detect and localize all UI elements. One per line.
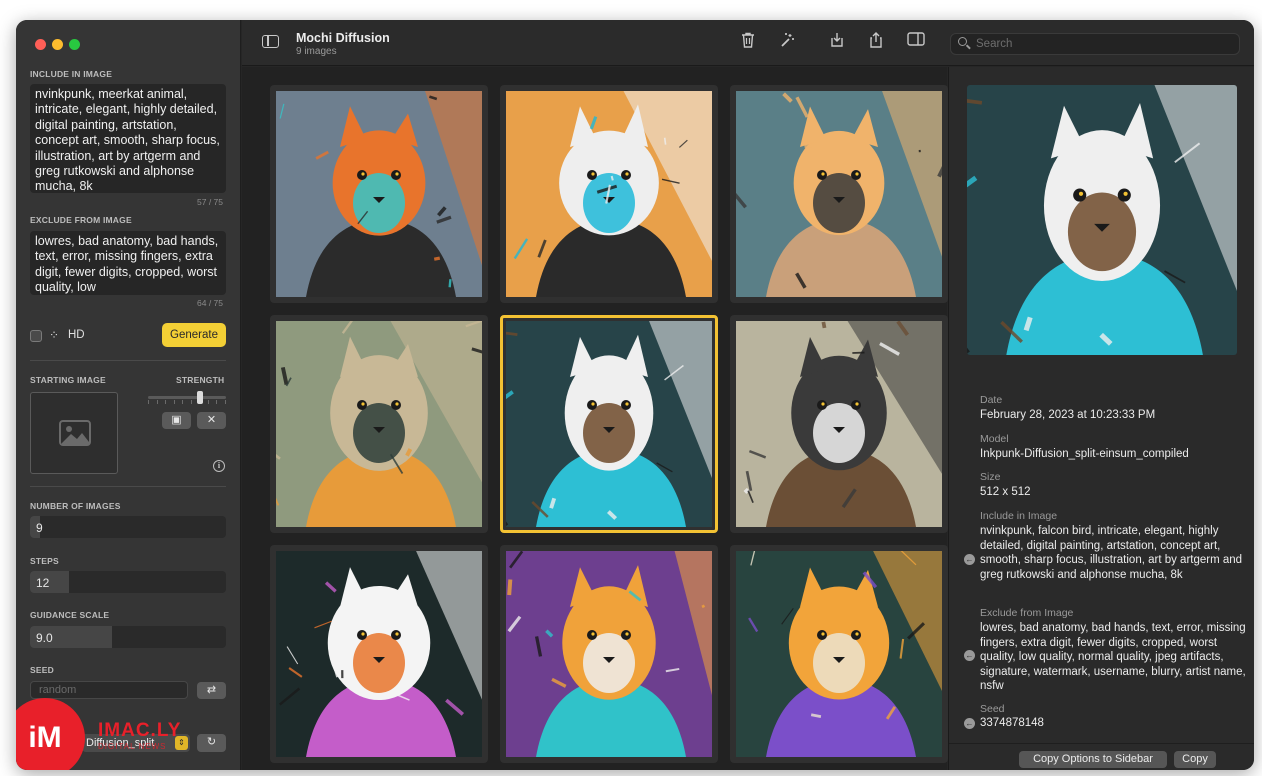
grid-image-panda[interactable]	[270, 545, 488, 763]
copy-exclude-icon[interactable]: ←	[964, 650, 975, 661]
number-of-images-value: 9	[36, 521, 43, 535]
exclude-from-image-value: lowres, bad anatomy, bad hands, text, er…	[980, 622, 1246, 692]
model-value: Inkpunk-Diffusion_split-einsum_compiled	[980, 448, 1189, 460]
guidance-scale-slider[interactable]: 9.0	[30, 626, 226, 648]
exclude-prompt-input[interactable]: lowres, bad anatomy, bad hands, text, er…	[30, 231, 226, 295]
date-label: Date	[980, 394, 1003, 406]
toolbar: Mochi Diffusion 9 images Search	[242, 20, 1254, 66]
search-placeholder: Search	[976, 38, 1013, 50]
strength-slider-knob[interactable]	[197, 391, 203, 404]
seed-input[interactable]: random	[30, 681, 188, 699]
copy-button[interactable]: Copy	[1174, 751, 1216, 768]
model-label: Model	[980, 433, 1009, 445]
import-icon[interactable]	[827, 32, 847, 52]
search-field[interactable]: Search	[950, 33, 1240, 55]
guidance-scale-value: 9.0	[36, 631, 53, 645]
inspector-panel: Date February 28, 2023 at 10:23:33 PM Mo…	[948, 67, 1254, 770]
include-counter: 57 / 75	[197, 197, 223, 207]
window-title: Mochi Diffusion	[296, 31, 390, 45]
include-in-image-value: nvinkpunk, falcon bird, intricate, elega…	[980, 525, 1243, 581]
divider	[30, 360, 226, 361]
grid-image-cat[interactable]	[270, 315, 488, 533]
strength-slider[interactable]	[148, 396, 226, 399]
date-value: February 28, 2023 at 10:23:33 PM	[980, 409, 1156, 421]
clear-image-button[interactable]: ✕	[197, 412, 226, 429]
inspector-toggle-icon[interactable]	[906, 32, 926, 52]
steps-label: STEPS	[30, 556, 59, 566]
magic-wand-icon[interactable]	[777, 32, 797, 52]
guidance-scale-label: GUIDANCE SCALE	[30, 610, 110, 620]
number-of-images-label: NUMBER OF IMAGES	[30, 501, 121, 511]
seed-label: Seed	[980, 703, 1005, 715]
grid-image-raccoon[interactable]	[730, 315, 948, 533]
share-icon[interactable]	[866, 32, 886, 52]
image-count: 9 images	[296, 46, 337, 57]
sparkle-icon: ⁘	[49, 328, 60, 342]
steps-slider[interactable]: 12	[30, 571, 226, 593]
grid-image-meerkat[interactable]	[730, 545, 948, 763]
app-window: INCLUDE IN IMAGE nvinkpunk, meerkat anim…	[16, 20, 1254, 770]
watermark-brand: IMAC.LY	[98, 720, 182, 741]
reload-models-button[interactable]: ↻	[197, 734, 226, 752]
include-prompt-input[interactable]: nvinkpunk, meerkat animal, intricate, el…	[30, 84, 226, 193]
grid-image-dog[interactable]	[500, 85, 718, 303]
starting-image-well[interactable]	[30, 392, 118, 474]
minimize-window-button[interactable]	[52, 39, 63, 50]
exclude-from-image-label: Exclude from Image	[980, 607, 1074, 619]
zoom-window-button[interactable]	[69, 39, 80, 50]
inspector-footer: Copy Options to Sidebar Copy	[949, 743, 1254, 770]
hd-checkbox[interactable]	[30, 330, 42, 342]
number-of-images-slider[interactable]: 9	[30, 516, 226, 538]
watermark-tagline: DIGITAL NEWS	[98, 742, 167, 751]
info-icon[interactable]: i	[213, 460, 225, 472]
grid-image-falcon[interactable]	[500, 315, 718, 533]
starting-image-label: STARTING IMAGE	[30, 375, 106, 385]
seed-label: SEED	[30, 665, 54, 675]
generate-button[interactable]: Generate	[162, 323, 226, 347]
exclude-counter: 64 / 75	[197, 298, 223, 308]
sidebar-toggle-icon[interactable]	[262, 35, 279, 48]
copy-options-to-sidebar-button[interactable]: Copy Options to Sidebar	[1019, 751, 1167, 768]
trash-icon[interactable]	[738, 32, 758, 52]
exclude-label: EXCLUDE FROM IMAGE	[30, 215, 132, 225]
search-icon	[958, 37, 967, 46]
copy-seed-icon[interactable]: ←	[964, 718, 975, 729]
divider	[30, 486, 226, 487]
include-in-image-label: Include in Image	[980, 510, 1058, 522]
image-grid	[242, 67, 948, 770]
grid-image-man[interactable]	[730, 85, 948, 303]
steps-value: 12	[36, 576, 50, 590]
select-image-button[interactable]: ▣	[162, 412, 191, 429]
seed-value: 3374878148	[980, 717, 1044, 729]
include-label: INCLUDE IN IMAGE	[30, 69, 113, 79]
inspector-preview-image	[967, 85, 1237, 355]
sidebar: INCLUDE IN IMAGE nvinkpunk, meerkat anim…	[16, 20, 241, 770]
grid-image-woman[interactable]	[270, 85, 488, 303]
photo-placeholder-icon	[59, 420, 91, 446]
grid-image-ferret[interactable]	[500, 545, 718, 763]
strength-label: STRENGTH	[176, 375, 225, 385]
close-window-button[interactable]	[35, 39, 46, 50]
strength-ticks	[148, 400, 226, 404]
copy-include-icon[interactable]: ←	[964, 554, 975, 565]
shuffle-seed-button[interactable]: ⇄	[197, 682, 226, 699]
hd-label: HD	[68, 329, 85, 341]
size-value: 512 x 512	[980, 486, 1031, 498]
size-label: Size	[980, 471, 1001, 483]
